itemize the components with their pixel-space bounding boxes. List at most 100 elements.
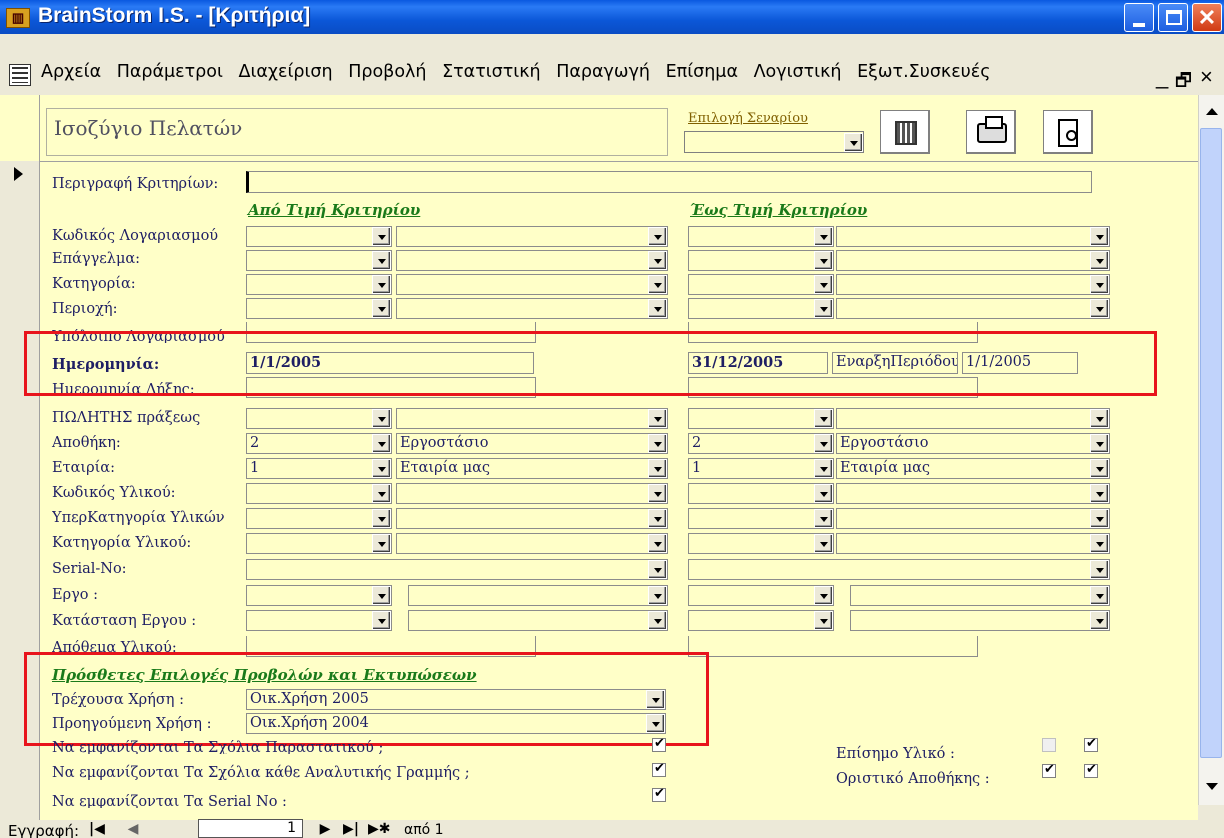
category-from-name-dropdown[interactable] [648, 275, 667, 294]
company-to-name-input[interactable]: Εταιρία μας [836, 458, 1110, 479]
record-number-input[interactable]: 1 [198, 819, 303, 838]
item-supercategory-from-name-input[interactable] [396, 508, 668, 529]
region-from-code-input[interactable] [246, 298, 392, 319]
previous-record-button[interactable]: ◀ [122, 820, 144, 838]
menu-view[interactable]: Προβολή [348, 62, 426, 82]
item-code-to-code-dropdown[interactable] [814, 484, 833, 503]
menu-devices[interactable]: Εξωτ.Συσκευές [857, 62, 990, 82]
company-from-name-dropdown[interactable] [648, 459, 667, 478]
item-supercategory-to-name-input[interactable] [836, 508, 1110, 529]
warehouse-from-code-input[interactable]: 2 [246, 433, 392, 454]
new-record-button[interactable]: ▶✱ [368, 820, 391, 838]
warehouse-to-name-input[interactable]: Εργοστάσιο [836, 433, 1110, 454]
company-from-name-input[interactable]: Εταιρία μας [396, 458, 668, 479]
warehouse-to-code-dropdown[interactable] [814, 434, 833, 453]
item-supercategory-from-code-input[interactable] [246, 508, 392, 529]
project-status-from-name-dropdown[interactable] [648, 611, 667, 630]
item-category-to-code-dropdown[interactable] [814, 534, 833, 553]
warehouse-to-name-dropdown[interactable] [1090, 434, 1109, 453]
print-preview-button[interactable] [1043, 110, 1093, 154]
profession-from-code-dropdown[interactable] [372, 251, 391, 270]
category-from-name-input[interactable] [396, 274, 668, 295]
serials-checkbox[interactable] [652, 786, 666, 802]
item-supercategory-from-name-dropdown[interactable] [648, 509, 667, 528]
region-to-name-dropdown[interactable] [1090, 299, 1109, 318]
item-supercategory-from-code-dropdown[interactable] [372, 509, 391, 528]
item-code-from-code-input[interactable] [246, 483, 392, 504]
account-to-name-input[interactable] [836, 226, 1110, 247]
salesman-to-name-input[interactable] [836, 408, 1110, 429]
category-to-name-dropdown[interactable] [1090, 275, 1109, 294]
scroll-down-icon[interactable] [1206, 783, 1218, 790]
project-to-name-input[interactable] [850, 585, 1110, 606]
region-to-code-input[interactable] [688, 298, 834, 319]
project-to-code-input[interactable] [688, 585, 834, 606]
account-to-name-dropdown[interactable] [1090, 227, 1109, 246]
doc-comments-checkbox[interactable] [652, 736, 666, 752]
menu-official[interactable]: Επίσημα [666, 62, 738, 82]
account-to-code-input[interactable] [688, 226, 834, 247]
item-category-from-code-input[interactable] [246, 533, 392, 554]
profession-to-name-dropdown[interactable] [1090, 251, 1109, 270]
warehouse-from-name-dropdown[interactable] [648, 434, 667, 453]
category-to-code-input[interactable] [688, 274, 834, 295]
maximize-button[interactable] [1158, 3, 1188, 32]
next-record-button[interactable]: ▶ [314, 820, 336, 838]
item-category-from-name-dropdown[interactable] [648, 534, 667, 553]
serial-to-input[interactable] [688, 559, 1110, 580]
line-comments-checkbox[interactable] [652, 761, 666, 777]
item-category-to-name-dropdown[interactable] [1090, 534, 1109, 553]
form-menu-icon[interactable] [9, 64, 31, 86]
scenario-dropdown-button[interactable] [844, 133, 863, 152]
company-from-code-dropdown[interactable] [372, 459, 391, 478]
scrollbar-thumb[interactable] [1200, 128, 1222, 758]
project-status-to-code-dropdown[interactable] [814, 611, 833, 630]
final-warehouse-checkbox-to[interactable] [1084, 762, 1098, 778]
official-item-checkbox-to[interactable] [1084, 736, 1098, 752]
serial-from-dropdown[interactable] [648, 560, 667, 579]
salesman-from-name-dropdown[interactable] [648, 409, 667, 428]
salesman-to-name-dropdown[interactable] [1090, 409, 1109, 428]
account-from-name-input[interactable] [396, 226, 668, 247]
company-to-code-input[interactable]: 1 [688, 458, 834, 479]
region-to-name-input[interactable] [836, 298, 1110, 319]
close-button[interactable]: ✕ [1192, 3, 1222, 32]
account-from-name-dropdown[interactable] [648, 227, 667, 246]
print-button[interactable] [966, 110, 1016, 154]
project-from-code-dropdown[interactable] [372, 586, 391, 605]
profession-to-code-dropdown[interactable] [814, 251, 833, 270]
profession-from-name-input[interactable] [396, 250, 668, 271]
official-item-checkbox-from[interactable] [1042, 738, 1056, 752]
item-code-to-code-input[interactable] [688, 483, 834, 504]
serial-to-dropdown[interactable] [1090, 560, 1109, 579]
item-code-to-name-input[interactable] [836, 483, 1110, 504]
category-to-name-input[interactable] [836, 274, 1110, 295]
menu-management[interactable]: Διαχείριση [238, 62, 332, 82]
item-code-from-code-dropdown[interactable] [372, 484, 391, 503]
project-status-to-name-input[interactable] [850, 610, 1110, 631]
project-status-from-name-input[interactable] [408, 610, 668, 631]
item-supercategory-to-code-input[interactable] [688, 508, 834, 529]
item-category-from-name-input[interactable] [396, 533, 668, 554]
company-to-name-dropdown[interactable] [1090, 459, 1109, 478]
region-to-code-dropdown[interactable] [814, 299, 833, 318]
salesman-to-code-input[interactable] [688, 408, 834, 429]
menu-files[interactable]: Αρχεία [41, 62, 101, 82]
menu-accounting[interactable]: Λογιστική [754, 62, 842, 82]
project-from-name-input[interactable] [408, 585, 668, 606]
project-status-from-code-input[interactable] [246, 610, 392, 631]
menu-parameters[interactable]: Παράμετροι [117, 62, 223, 82]
project-from-code-input[interactable] [246, 585, 392, 606]
scroll-up-icon[interactable] [1206, 108, 1218, 115]
project-status-to-name-dropdown[interactable] [1090, 611, 1109, 630]
last-record-button[interactable]: ▶| [340, 820, 362, 838]
salesman-to-code-dropdown[interactable] [814, 409, 833, 428]
account-to-code-dropdown[interactable] [814, 227, 833, 246]
project-to-code-dropdown[interactable] [814, 586, 833, 605]
category-from-code-input[interactable] [246, 274, 392, 295]
salesman-from-code-dropdown[interactable] [372, 409, 391, 428]
company-to-code-dropdown[interactable] [814, 459, 833, 478]
calculator-button[interactable] [880, 110, 930, 154]
minimize-button[interactable] [1124, 3, 1154, 32]
category-from-code-dropdown[interactable] [372, 275, 391, 294]
